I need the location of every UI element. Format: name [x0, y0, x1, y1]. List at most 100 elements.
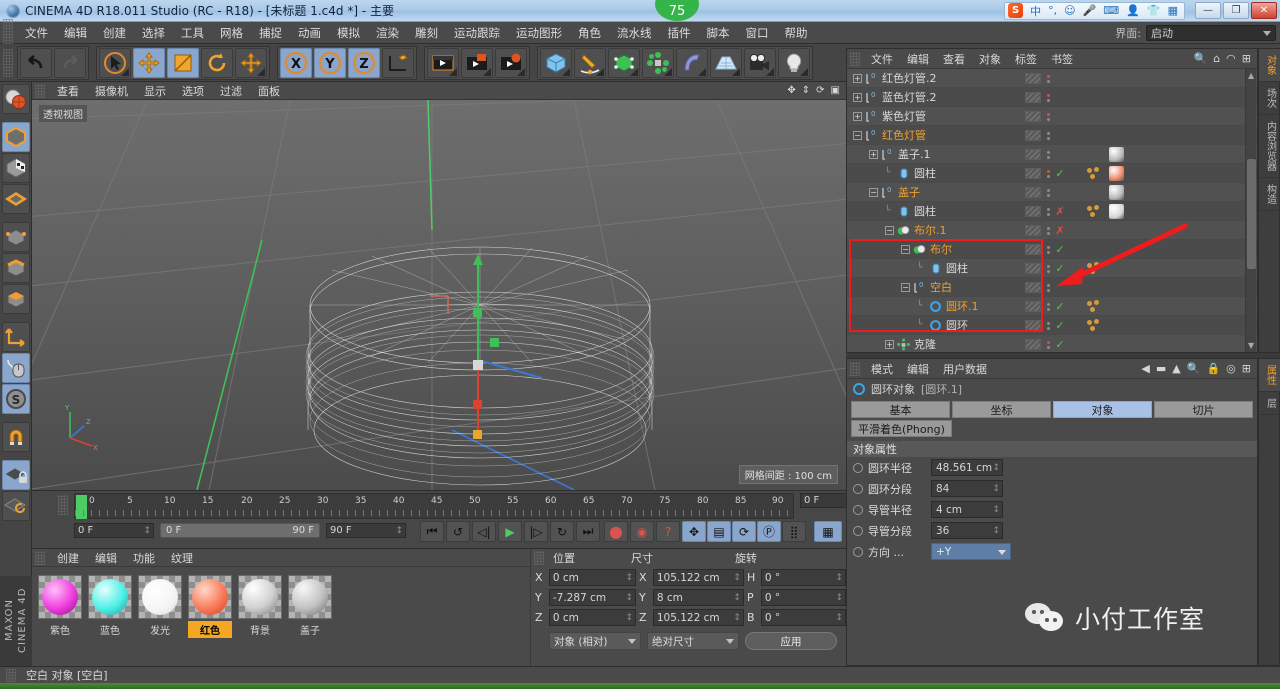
- menu-item-snap[interactable]: 捕捉: [251, 22, 290, 44]
- material-swatch[interactable]: [138, 575, 182, 619]
- orientation-dropdown[interactable]: +Y: [931, 543, 1011, 560]
- side-tab-takes[interactable]: 场次: [1259, 82, 1280, 115]
- ime-emoji-icon[interactable]: ☺: [1064, 4, 1075, 17]
- layer-color-swatch[interactable]: [1025, 187, 1041, 198]
- om-menu-bookmark[interactable]: 书签: [1044, 51, 1080, 67]
- point-level-animation-button[interactable]: ⣿: [782, 521, 806, 542]
- ime-apps-icon[interactable]: ▦: [1168, 4, 1178, 17]
- move-axis-tool-button[interactable]: [235, 47, 267, 78]
- material-swatch[interactable]: [38, 575, 82, 619]
- polygon-mode-icon[interactable]: [1, 284, 30, 314]
- axis-mode-icon[interactable]: [1, 322, 30, 352]
- om-menu-tag[interactable]: 标签: [1008, 51, 1044, 67]
- material-item[interactable]: 发光: [138, 575, 182, 638]
- layer-color-swatch[interactable]: [1025, 111, 1041, 122]
- model-mode-icon[interactable]: [1, 122, 30, 152]
- object-tree-row[interactable]: └ 圆环.1 ✓: [847, 297, 1257, 316]
- material-drag-handle[interactable]: [35, 550, 45, 565]
- ring-radius-field[interactable]: 48.561 cm: [931, 459, 1003, 476]
- menu-item-tools[interactable]: 工具: [173, 22, 212, 44]
- mograph-button[interactable]: [642, 47, 674, 78]
- layer-color-swatch[interactable]: [1025, 263, 1041, 274]
- material-swatch[interactable]: [88, 575, 132, 619]
- autokeying-button[interactable]: ◉: [630, 521, 654, 542]
- tree-expander-icon[interactable]: −: [869, 187, 878, 197]
- parameter-track-button[interactable]: Ⓟ: [757, 521, 781, 542]
- render-settings-button[interactable]: [495, 47, 527, 78]
- layer-color-swatch[interactable]: [1025, 206, 1041, 217]
- material-tag[interactable]: [1109, 147, 1124, 162]
- viewport-menu-panel[interactable]: 面板: [250, 83, 288, 99]
- visibility-dots[interactable]: [1045, 188, 1051, 197]
- target-icon[interactable]: ◎: [1226, 362, 1236, 375]
- object-tree-list[interactable]: +0 红色灯管.2 +0 蓝色灯管.2 +0 紫色灯管 − 0 红色灯管 +0 盖子.1 └ 圆柱 ✓ − 0…: [847, 69, 1257, 352]
- forward-arrow-icon[interactable]: ▬: [1156, 362, 1166, 375]
- os-taskbar[interactable]: [0, 683, 1280, 689]
- tree-expander-icon[interactable]: +: [885, 339, 894, 349]
- material-item-selected[interactable]: 红色: [188, 575, 232, 638]
- layer-color-swatch[interactable]: [1025, 301, 1041, 312]
- tree-expander-icon[interactable]: +: [853, 73, 862, 83]
- back-arrow-icon[interactable]: ◀: [1141, 362, 1149, 375]
- layer-color-swatch[interactable]: [1025, 92, 1041, 103]
- search-icon[interactable]: 🔍: [1187, 362, 1201, 375]
- attr-menu-edit[interactable]: 编辑: [900, 361, 936, 377]
- timeline-start-field[interactable]: 0 F: [74, 523, 154, 538]
- maximize-button[interactable]: ❐: [1223, 2, 1249, 19]
- tab-object[interactable]: 对象: [1053, 401, 1152, 418]
- viewport-menu-filter[interactable]: 过滤: [212, 83, 250, 99]
- tree-expander-icon[interactable]: −: [901, 244, 910, 254]
- toolbar-drag-handle[interactable]: [3, 48, 13, 77]
- step-forward-button[interactable]: |▷: [524, 521, 548, 542]
- material-swatch[interactable]: [238, 575, 282, 619]
- goto-end-button[interactable]: ⏭: [576, 521, 600, 542]
- object-tree-row[interactable]: +0 盖子.1: [847, 145, 1257, 164]
- visibility-dots[interactable]: [1045, 207, 1051, 216]
- object-tree-row[interactable]: +0 紫色灯管: [847, 107, 1257, 126]
- object-manager-scrollbar[interactable]: ▲ ▼: [1245, 69, 1256, 352]
- enable-check-icon[interactable]: ✓: [1055, 167, 1065, 180]
- animate-dot-icon[interactable]: [853, 483, 863, 494]
- tab-slice[interactable]: 切片: [1154, 401, 1253, 418]
- size-z-field[interactable]: 105.122 cm: [652, 609, 744, 626]
- material-menu-function[interactable]: 功能: [125, 550, 163, 566]
- tree-expander-icon[interactable]: +: [853, 111, 862, 121]
- menu-item-render[interactable]: 渲染: [368, 22, 407, 44]
- timeline-range-slider[interactable]: 0 F 90 F: [160, 523, 320, 538]
- sogou-logo-icon[interactable]: S: [1008, 3, 1024, 18]
- axis-z-button[interactable]: Z: [348, 47, 380, 78]
- viewport-maximize-icon[interactable]: ▣: [831, 85, 840, 96]
- status-drag-handle[interactable]: [6, 668, 16, 682]
- object-tree-row[interactable]: └ 圆环 ✓: [847, 316, 1257, 335]
- close-button[interactable]: ✕: [1251, 2, 1277, 19]
- object-tag-dots[interactable]: [1087, 167, 1101, 180]
- layer-color-swatch[interactable]: [1025, 320, 1041, 331]
- viewport-menu-view[interactable]: 查看: [49, 83, 87, 99]
- scroll-up-icon[interactable]: ▲: [1248, 71, 1254, 80]
- menu-item-motion-tracker[interactable]: 运动跟踪: [446, 22, 508, 44]
- visibility-dots[interactable]: [1045, 131, 1051, 140]
- camera-button[interactable]: [744, 47, 776, 78]
- step-back-button[interactable]: ◁|: [472, 521, 496, 542]
- tree-expander-icon[interactable]: +: [869, 149, 878, 159]
- deformer-bend-button[interactable]: [676, 47, 708, 78]
- material-tag[interactable]: [1109, 166, 1124, 181]
- redo-button[interactable]: [54, 47, 86, 78]
- material-item[interactable]: 盖子: [288, 575, 332, 638]
- material-item[interactable]: 蓝色: [88, 575, 132, 638]
- select-tool-button[interactable]: [99, 47, 131, 78]
- ime-keyboard-icon[interactable]: ⌨: [1103, 4, 1119, 17]
- light-button[interactable]: [778, 47, 810, 78]
- spline-pen-button[interactable]: [574, 47, 606, 78]
- rotation-track-button[interactable]: ⟳: [732, 521, 756, 542]
- texture-axis-icon[interactable]: [1, 153, 30, 183]
- menu-item-plugins[interactable]: 插件: [660, 22, 699, 44]
- axis-y-button[interactable]: Y: [314, 47, 346, 78]
- enable-check-icon[interactable]: ✓: [1055, 319, 1065, 332]
- layer-color-swatch[interactable]: [1025, 225, 1041, 236]
- up-arrow-icon[interactable]: ▲: [1172, 362, 1180, 375]
- rot-b-field[interactable]: 0 °: [760, 609, 846, 626]
- material-item[interactable]: 紫色: [38, 575, 82, 638]
- material-swatch[interactable]: [288, 575, 332, 619]
- menu-item-help[interactable]: 帮助: [777, 22, 816, 44]
